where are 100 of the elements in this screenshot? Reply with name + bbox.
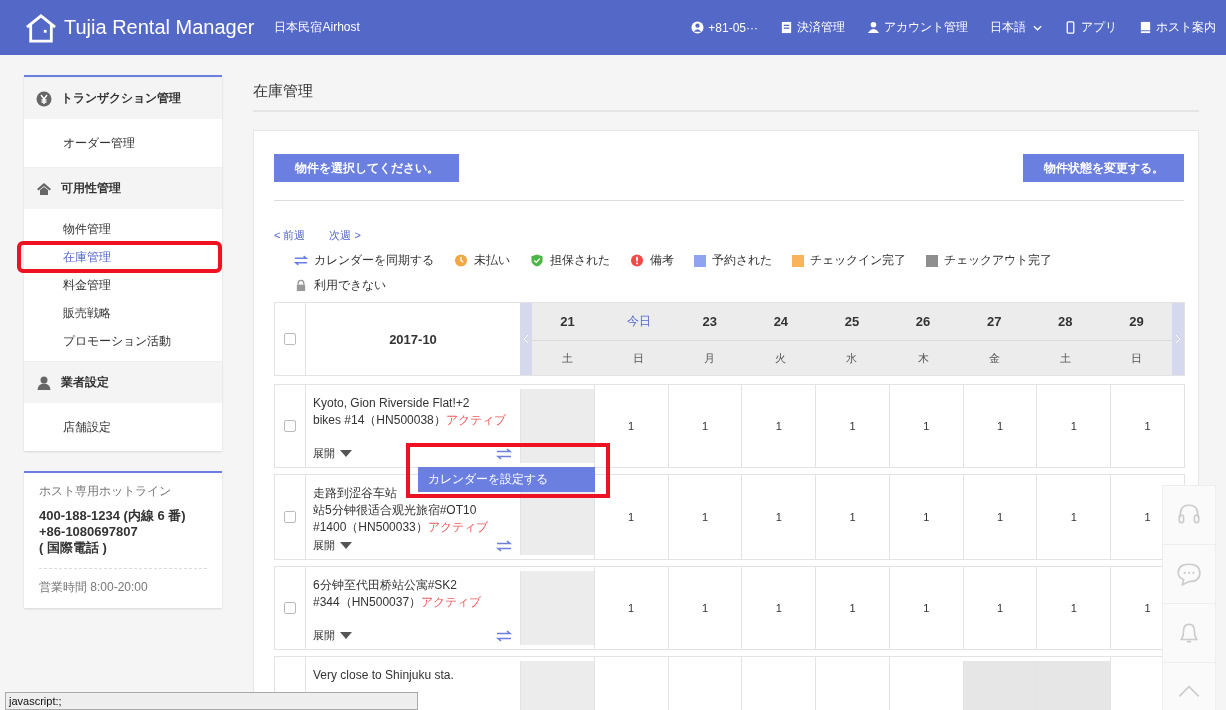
sync-arrows-icon[interactable] xyxy=(496,629,512,642)
hotline-number: +86-1080697807 xyxy=(39,524,139,540)
inventory-cell[interactable]: 1 xyxy=(962,567,1037,649)
group-title: トランザクション管理 xyxy=(61,90,181,107)
inventory-cell[interactable]: 1 xyxy=(667,475,742,559)
caret-down-icon xyxy=(340,542,352,549)
person-icon xyxy=(36,374,52,391)
legend-label: 担保された xyxy=(550,252,610,269)
expand-toggle[interactable]: 展開 xyxy=(313,446,352,461)
user-circle-icon xyxy=(691,21,705,34)
group-title: 可用性管理 xyxy=(61,180,121,197)
day-number: 27 xyxy=(952,303,1036,341)
row-checkbox[interactable] xyxy=(284,420,296,432)
next-week-link[interactable]: 次週 > xyxy=(329,228,361,243)
sidebar-item[interactable]: 店舗設定 xyxy=(24,415,222,439)
inventory-cell[interactable]: 1 xyxy=(888,385,963,467)
inventory-cell[interactable]: 1 xyxy=(962,475,1037,559)
inventory-cell[interactable]: 1 xyxy=(1110,385,1185,467)
chevron-down-icon xyxy=(1033,24,1042,31)
expand-toggle[interactable]: 展開 xyxy=(313,628,352,643)
person-icon xyxy=(867,21,880,34)
change-status-button[interactable]: 物件状態を変更する。 xyxy=(1023,154,1184,182)
business-hours: 営業時間 8:00-20:00 xyxy=(39,568,207,596)
weekday-label: 火 xyxy=(774,350,788,366)
inventory-cell[interactable]: 1 xyxy=(741,567,816,649)
day-number: 今日 xyxy=(597,303,681,341)
nav-link[interactable]: アプリ xyxy=(1064,19,1117,36)
row-checkbox[interactable] xyxy=(284,602,296,614)
menu-group-header[interactable]: 可用性管理 xyxy=(24,167,222,209)
day-number: 21 xyxy=(526,303,610,341)
day-number: 24 xyxy=(739,303,823,341)
legend-label: 予約された xyxy=(712,252,772,269)
shield-check-icon xyxy=(530,254,544,267)
nav-link[interactable]: 日本語 xyxy=(990,19,1042,36)
inventory-cell[interactable]: 1 xyxy=(815,567,889,649)
previous-arrow-button[interactable] xyxy=(520,303,532,375)
app-logo-text: Tujia Rental Manager xyxy=(64,16,255,39)
inventory-cell[interactable]: 1 xyxy=(1036,475,1111,559)
menu-group-header[interactable]: 業者設定 xyxy=(24,361,222,403)
lock-icon xyxy=(294,279,308,292)
inventory-cell[interactable]: 1 xyxy=(1036,567,1111,649)
property-name: 6分钟至代田桥站公寓#SK2 #344（HN500037）アクティブ xyxy=(313,577,483,611)
inventory-cell[interactable]: 1 xyxy=(593,475,668,559)
day-number: 28 xyxy=(1023,303,1107,341)
sidebar-item[interactable]: プロモーション活動 xyxy=(24,329,222,353)
sidebar-item[interactable]: オーダー管理 xyxy=(24,131,222,155)
inventory-cell[interactable]: 1 xyxy=(741,475,816,559)
inventory-cell[interactable]: 1 xyxy=(1036,385,1111,467)
sync-arrows-icon[interactable] xyxy=(496,539,512,552)
weekday-label: 土 xyxy=(1058,350,1072,366)
inventory-cell[interactable]: 1 xyxy=(593,385,668,467)
row-checkbox[interactable] xyxy=(284,511,296,523)
inventory-cell[interactable]: 1 xyxy=(593,567,668,649)
sidebar-item[interactable]: 料金管理 xyxy=(24,273,222,297)
day-number: 23 xyxy=(668,303,752,341)
nav-link[interactable]: ホスト案内 xyxy=(1139,19,1216,36)
day-number: 26 xyxy=(881,303,965,341)
inventory-cell[interactable]: 1 xyxy=(888,567,963,649)
ledger-icon xyxy=(780,21,793,34)
inventory-cell[interactable]: 1 xyxy=(815,385,889,467)
select-property-button[interactable]: 物件を選択してください。 xyxy=(274,154,459,182)
inventory-cell[interactable]: 1 xyxy=(741,385,816,467)
menu-group-header[interactable]: トランザクション管理 xyxy=(24,77,222,119)
caret-down-icon xyxy=(340,450,352,457)
weekday-label: 金 xyxy=(987,350,1001,366)
property-name: Kyoto, Gion Riverside Flat!+2 bikes #14（HN500038）アクティブ xyxy=(313,395,507,429)
nav-link[interactable]: +81-05··· xyxy=(691,20,758,35)
weekday-label: 日 xyxy=(1129,350,1143,366)
inventory-cell[interactable]: 1 xyxy=(815,475,889,559)
inventory-cell[interactable]: 1 xyxy=(667,385,742,467)
host-name: 日本民宿Airhost xyxy=(274,19,360,36)
nav-link[interactable]: 決済管理 xyxy=(780,19,845,36)
inventory-cell[interactable]: 1 xyxy=(888,475,963,559)
caret-down-icon xyxy=(340,632,352,639)
sidebar-item[interactable]: 販売戦略 xyxy=(24,301,222,325)
weekday-label: 水 xyxy=(845,350,859,366)
inventory-cell[interactable]: 1 xyxy=(962,385,1037,467)
yen-icon xyxy=(36,90,52,107)
weekday-label: 月 xyxy=(703,350,717,366)
page-title: 在庫管理 xyxy=(253,82,1199,112)
nav-link[interactable]: アカウント管理 xyxy=(867,19,968,36)
next-arrow-button[interactable] xyxy=(1172,303,1184,375)
previous-week-link[interactable]: < 前週 xyxy=(274,228,306,243)
expand-toggle[interactable]: 展開 xyxy=(313,538,352,553)
inventory-cell[interactable]: 1 xyxy=(667,567,742,649)
select-all-checkbox[interactable] xyxy=(284,333,296,345)
legend-label: カレンダーを同期する xyxy=(314,252,434,269)
inventory-cell[interactable] xyxy=(520,571,594,645)
hotline-number: ( 国際電話 ) xyxy=(39,540,108,556)
sidebar-item[interactable]: 物件管理 xyxy=(24,217,222,241)
inventory-cell[interactable] xyxy=(520,389,594,463)
hotline-title: ホスト専用ホットライン xyxy=(39,483,172,500)
set-calendar-menu[interactable]: カレンダーを設定する xyxy=(418,467,595,492)
status-bar-url: javascript:; xyxy=(5,692,418,710)
property-name: Very close to Shinjuku sta. xyxy=(313,667,455,684)
weekday-label: 木 xyxy=(916,350,930,366)
sync-arrows-icon[interactable] xyxy=(496,447,512,460)
weekday-label: 日 xyxy=(632,350,646,366)
legend-label: 備考 xyxy=(650,252,674,269)
clock-icon xyxy=(454,254,468,267)
